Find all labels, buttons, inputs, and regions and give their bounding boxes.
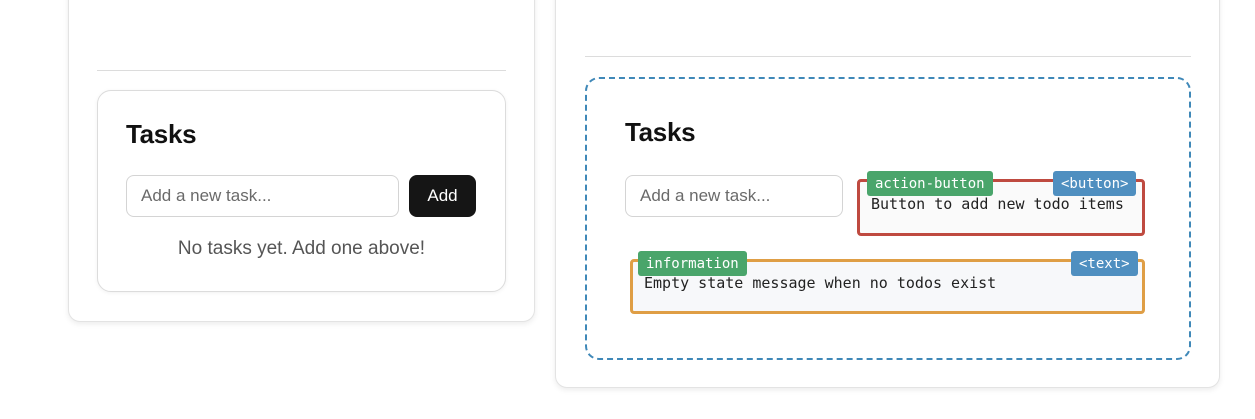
tasks-title: Tasks (126, 119, 197, 149)
annotation-category-tag: information (638, 251, 747, 276)
new-task-input[interactable] (126, 175, 399, 217)
new-task-input[interactable] (625, 175, 843, 217)
annotation-type-tag: <text> (1071, 251, 1138, 276)
tasks-title: Tasks (625, 117, 696, 147)
annotation-description: Empty state message when no todos exist (644, 274, 997, 292)
divider (97, 70, 506, 71)
annotation-type-tag: <button> (1053, 171, 1137, 196)
annotation-category-tag: action-button (867, 171, 993, 196)
annotation-description: Button to add new todo items (871, 195, 1124, 213)
empty-state-message: No tasks yet. Add one above! (177, 238, 426, 259)
add-task-button[interactable]: Add (409, 175, 476, 217)
divider (585, 56, 1191, 57)
